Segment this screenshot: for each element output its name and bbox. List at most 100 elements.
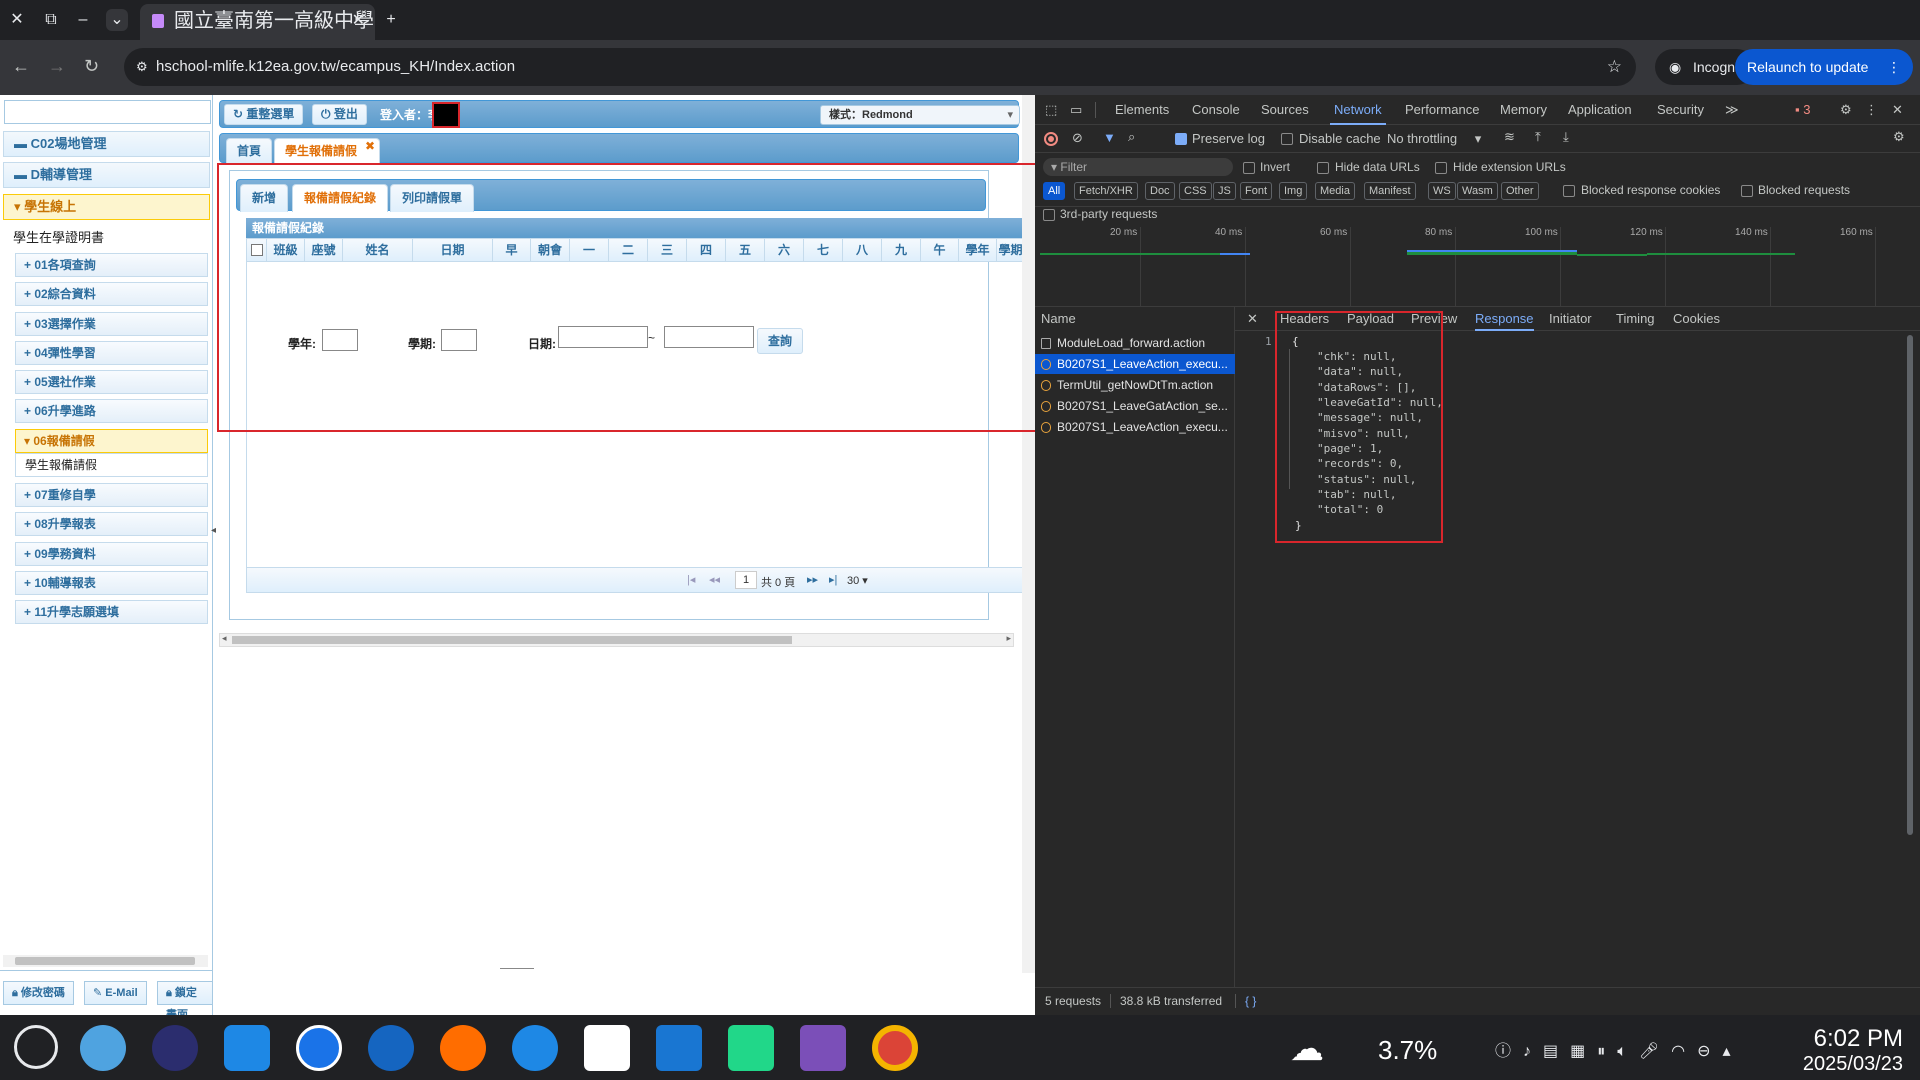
left-panel-scrollbar[interactable] — [3, 955, 208, 967]
invert-checkbox[interactable] — [1243, 162, 1255, 174]
devtools-tab-sources[interactable]: Sources — [1261, 95, 1309, 125]
error-badge[interactable]: ▪ 3 — [1795, 95, 1810, 125]
page-size-select[interactable]: 30 ▾ — [847, 572, 881, 590]
menu-dots-icon[interactable]: ⋮ — [1887, 49, 1901, 85]
page-number-input[interactable]: 1 — [735, 571, 757, 589]
settings-gear-icon[interactable]: ⚙ — [1840, 95, 1852, 125]
app-vscode-icon[interactable] — [656, 1025, 702, 1071]
menu-sub-11[interactable]: + 11升學志願選填 — [15, 600, 208, 624]
preserve-log-checkbox[interactable] — [1175, 133, 1187, 145]
launcher-icon[interactable] — [14, 1025, 58, 1069]
devtools-tab-network[interactable]: Network — [1330, 95, 1386, 125]
app-pycharm-icon[interactable] — [728, 1025, 774, 1071]
app-compass-icon[interactable] — [368, 1025, 414, 1071]
menu-sub-06[interactable]: + 06升學進路 — [15, 399, 208, 423]
filter-input[interactable]: ▾ Filter — [1043, 158, 1233, 176]
filter-chip-img[interactable]: Img — [1279, 182, 1308, 200]
menu-sub-leave[interactable]: ▾ 06報備請假 — [15, 429, 208, 453]
forward-icon[interactable]: → — [48, 56, 66, 77]
export-har-icon[interactable]: ⤓ — [1563, 129, 1569, 145]
site-info-icon[interactable]: ⚙ — [136, 48, 148, 86]
close-tab-icon[interactable]: ✕ — [352, 4, 365, 38]
next-page-icon[interactable]: ▸▸ — [807, 573, 818, 586]
menu-sub-01[interactable]: + 01各項查詢 — [15, 253, 208, 277]
devtools-tab-application[interactable]: Application — [1568, 95, 1632, 125]
search-icon[interactable]: ⌕ — [1128, 129, 1135, 145]
clock[interactable]: 6:02 PM 2025/03/23 — [1785, 1025, 1903, 1076]
close-detail-icon[interactable]: ✕ — [1247, 307, 1258, 331]
menu-sub-07[interactable]: + 07重修自學 — [15, 483, 208, 507]
filter-chip-all[interactable]: All — [1043, 182, 1066, 200]
content-scrollbar[interactable]: ◂ ▸ — [219, 633, 1014, 647]
logout-button[interactable]: ⏻ 登出 — [312, 104, 367, 125]
scrollbar-thumb[interactable] — [1907, 335, 1913, 835]
device-toolbar-icon[interactable]: ▭ — [1070, 95, 1082, 125]
filter-chip-manifest[interactable]: Manifest — [1364, 182, 1416, 200]
scrollbar-thumb[interactable] — [15, 957, 195, 965]
close-window-icon[interactable]: ✕ — [6, 9, 28, 31]
detail-scrollbar[interactable] — [1905, 335, 1915, 975]
menu-cat-student[interactable]: ▾ 學生線上 — [3, 194, 210, 220]
record-icon[interactable] — [1044, 132, 1058, 146]
menu-search-input[interactable] — [4, 100, 211, 124]
request-row[interactable]: ModuleLoad_forward.action — [1035, 333, 1235, 353]
filter-chip-ws[interactable]: WS — [1428, 182, 1456, 200]
menu-sub-04[interactable]: + 04彈性學習 — [15, 341, 208, 365]
lock-screen-button[interactable]: 🔒︎ 鎖定畫面 — [157, 981, 213, 1021]
app-chrome-dev-icon[interactable] — [296, 1025, 342, 1071]
menu-item-student-cert[interactable]: 學生在學證明書 — [13, 227, 104, 246]
filter-chip-xhr[interactable]: Fetch/XHR — [1074, 182, 1138, 200]
change-password-button[interactable]: 🔒︎ 修改密碼 — [3, 981, 74, 1005]
tab-student-leave[interactable]: 學生報備請假 ✖ — [274, 138, 381, 164]
disable-cache-checkbox[interactable] — [1281, 133, 1293, 145]
filter-chip-font[interactable]: Font — [1240, 182, 1273, 200]
filter-chip-js[interactable]: JS — [1213, 182, 1236, 200]
menu-sub-10[interactable]: + 10輔導報表 — [15, 571, 208, 595]
app-tool-icon[interactable] — [584, 1025, 630, 1071]
menu-sub-09[interactable]: + 09學務資料 — [15, 542, 208, 566]
system-tray-icons[interactable]: ⓘ♪▤▦⏸🔈︎🎤︎◠⊖▴ — [1495, 1037, 1743, 1061]
detail-tab-timing[interactable]: Timing — [1616, 307, 1655, 331]
browser-tab[interactable]: 國立臺南第一高級中學 ✕ — [140, 4, 375, 40]
app-files-icon[interactable] — [224, 1025, 270, 1071]
weather-icon[interactable]: ☁ — [1290, 1029, 1324, 1069]
close-devtools-icon[interactable]: ✕ — [1892, 95, 1903, 125]
blocked-cookies-checkbox[interactable] — [1563, 185, 1575, 197]
filter-icon[interactable]: ▼ — [1103, 130, 1116, 145]
filter-chip-other[interactable]: Other — [1501, 182, 1539, 200]
app-settings-icon[interactable] — [80, 1025, 126, 1071]
detail-tab-cookies[interactable]: Cookies — [1673, 307, 1720, 331]
minimize-window-icon[interactable]: – — [72, 9, 94, 31]
throttling-select[interactable]: No throttling ▾ — [1387, 131, 1481, 147]
app-intellij-icon[interactable] — [800, 1025, 846, 1071]
menu-sub-02[interactable]: + 02綜合資料 — [15, 282, 208, 306]
reload-icon[interactable]: ↻ — [84, 56, 99, 77]
first-page-icon[interactable]: |◂ — [687, 573, 695, 586]
scrollbar-thumb[interactable] — [232, 636, 792, 644]
devtools-tab-memory[interactable]: Memory — [1500, 95, 1547, 125]
import-har-icon[interactable]: ⤒ — [1535, 129, 1541, 145]
style-select[interactable]: 樣式：Redmond ▾ — [820, 105, 1020, 125]
tab-home[interactable]: 首頁 — [226, 138, 273, 164]
new-tab-icon[interactable]: + — [380, 9, 402, 31]
menu-sub-08[interactable]: + 08升學報表 — [15, 512, 208, 536]
app-chrome-icon[interactable] — [872, 1025, 918, 1071]
network-timeline[interactable]: 20 ms 40 ms 60 ms 80 ms 100 ms 120 ms 14… — [1035, 227, 1920, 307]
tab-search-icon[interactable]: ⌄ — [106, 9, 128, 31]
network-settings-icon[interactable]: ⚙ — [1893, 129, 1905, 145]
devtools-tab-security[interactable]: Security — [1657, 95, 1704, 125]
filter-chip-css[interactable]: CSS — [1179, 182, 1212, 200]
scroll-right-icon[interactable]: ▸ — [1006, 633, 1011, 644]
request-row[interactable]: B0207S1_LeaveAction_execu... — [1035, 417, 1235, 437]
menu-cat-c02[interactable]: ▬ C02場地管理 — [3, 131, 210, 157]
prev-page-icon[interactable]: ◂◂ — [709, 573, 720, 586]
pretty-print-icon[interactable]: { } — [1245, 988, 1256, 1014]
resize-handle-icon[interactable] — [500, 968, 534, 974]
bookmark-star-icon[interactable]: ☆ — [1607, 48, 1622, 86]
app-firefox-icon[interactable] — [440, 1025, 486, 1071]
inspect-element-icon[interactable]: ⬚ — [1045, 95, 1057, 125]
hide-ext-urls-checkbox[interactable] — [1435, 162, 1447, 174]
app-music-icon[interactable] — [512, 1025, 558, 1071]
request-row[interactable]: B0207S1_LeaveAction_execu... — [1035, 354, 1235, 374]
url-bar[interactable]: ⚙ hschool-mlife.k12ea.gov.tw/ecampus_KH/… — [124, 48, 1636, 86]
